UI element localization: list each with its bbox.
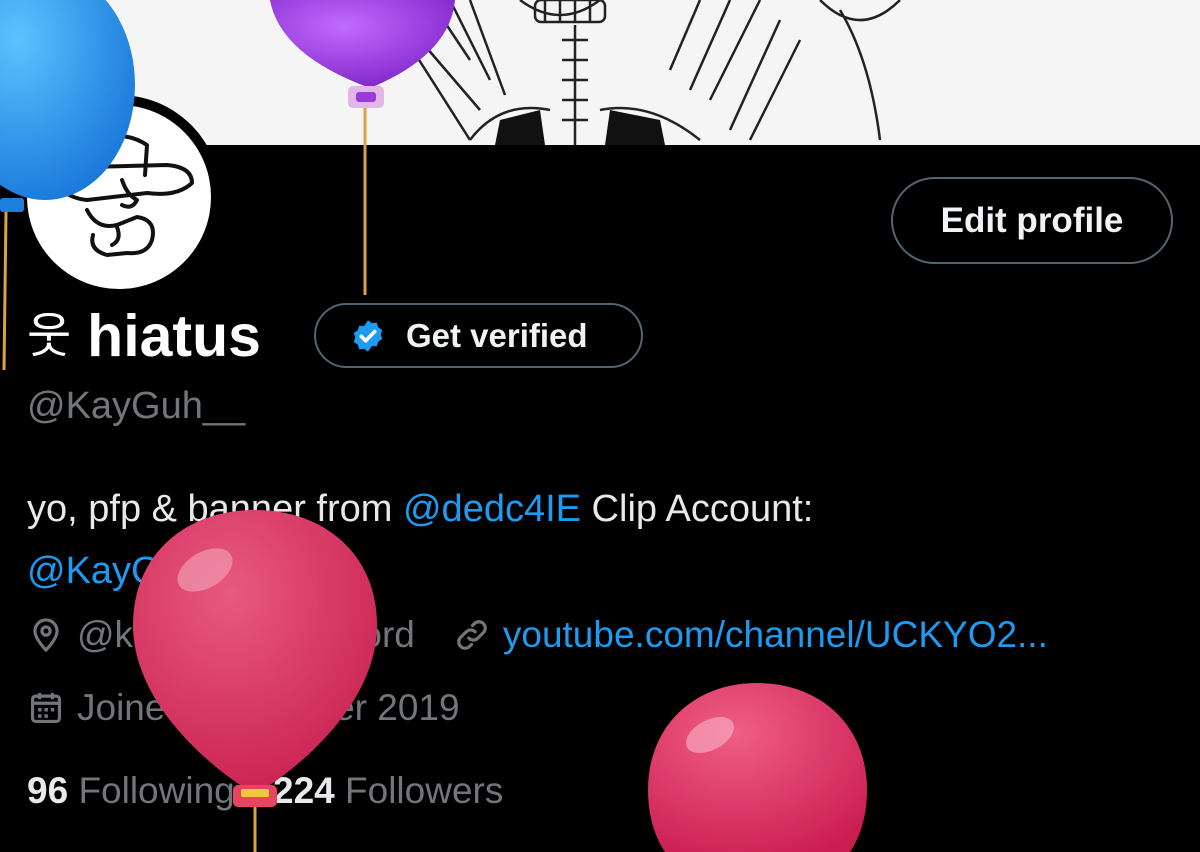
following-label: Following	[78, 770, 235, 811]
followers-count: 224	[273, 770, 335, 811]
location-text: @kayguh on discord	[77, 614, 415, 655]
user-handle: @KayGuh__	[27, 385, 246, 427]
display-name-text: hiatus	[87, 303, 261, 369]
joined-date: Joined November 2019	[77, 687, 460, 728]
followers-link[interactable]: 224 Followers	[273, 770, 503, 811]
bio-mention-link[interactable]: @KayGuhClip	[27, 550, 268, 592]
following-count: 96	[27, 770, 69, 811]
bio-text: Clip Account:	[581, 488, 814, 530]
following-link[interactable]: 96 Following	[27, 770, 235, 811]
link-icon	[457, 620, 487, 650]
follow-stats: 96 Following 224 Followers	[27, 770, 503, 812]
calendar-icon	[30, 692, 62, 724]
display-name-symbol: 웃	[27, 308, 72, 364]
profile-avatar[interactable]	[17, 95, 221, 299]
display-name: 웃 hiatus	[27, 298, 261, 374]
balloon-pink-icon	[648, 683, 867, 852]
profile-meta-row: @kayguh on discord youtube.com/channel/U…	[27, 614, 1048, 656]
bio-mention-link[interactable]: @dedc4IE	[403, 488, 581, 530]
joined-row: Joined November 2019	[27, 687, 460, 729]
profile-bio: yo, pfp & banner from @dedc4IE Clip Acco…	[27, 478, 1127, 602]
get-verified-label: Get verified	[406, 316, 588, 354]
location-pin-icon	[33, 618, 59, 653]
website-link[interactable]: youtube.com/channel/UCKYO2...	[503, 614, 1048, 656]
avatar-drawing	[55, 134, 194, 257]
verified-badge-icon	[353, 319, 383, 352]
edit-profile-button[interactable]: Edit profile	[891, 177, 1173, 264]
followers-label: Followers	[345, 770, 504, 811]
get-verified-button[interactable]: Get verified	[314, 303, 643, 368]
bio-text: yo, pfp & banner from	[27, 488, 403, 530]
